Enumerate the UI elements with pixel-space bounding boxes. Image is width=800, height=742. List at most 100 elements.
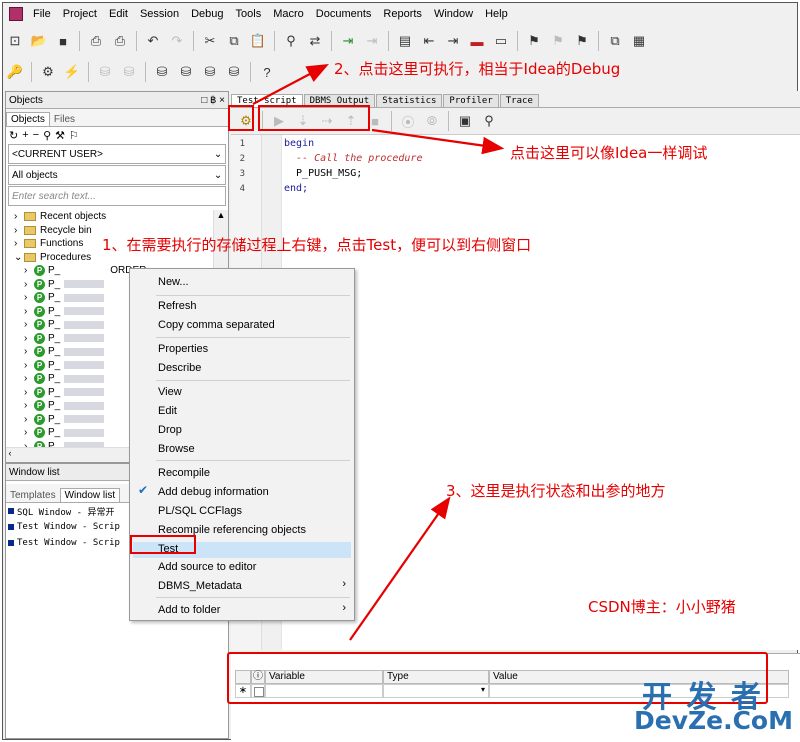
menu-documents[interactable]: Documents — [310, 8, 378, 20]
scroll-up-icon[interactable]: ▲ — [214, 210, 228, 220]
expand-icon[interactable]: › — [14, 211, 24, 222]
expand-icon[interactable]: › — [24, 400, 34, 411]
menu-tools[interactable]: Tools — [230, 8, 268, 20]
menu-help[interactable]: Help — [479, 8, 514, 20]
undo-icon[interactable]: ↶ — [144, 32, 162, 50]
gear-icon[interactable]: ⚙ — [39, 63, 57, 81]
indent-icon[interactable]: ⇤ — [420, 32, 438, 50]
copy-icon[interactable]: ⧉ — [225, 32, 243, 50]
expand-icon[interactable]: › — [24, 373, 34, 384]
disconnect-icon[interactable]: ⚡ — [63, 63, 81, 81]
menu-item-new[interactable]: New... — [158, 275, 189, 289]
help-icon[interactable]: ? — [258, 63, 276, 81]
sql-icon[interactable]: ⛁ — [177, 63, 195, 81]
cut-icon[interactable]: ✂ — [201, 32, 219, 50]
menu-item-recompile[interactable]: Recompile — [158, 466, 210, 480]
menu-item-dbms-metadata[interactable]: DBMS_Metadata — [158, 579, 242, 593]
link-icon[interactable]: ⚐ — [69, 129, 79, 142]
expand-icon[interactable]: › — [24, 306, 34, 317]
open-folder-icon[interactable]: 📂 — [30, 32, 48, 50]
find-objects-icon[interactable]: ⚲ — [43, 129, 51, 142]
menu-file[interactable]: File — [27, 8, 57, 20]
expand-icon[interactable]: › — [24, 414, 34, 425]
menu-item-copy-comma[interactable]: Copy comma separated — [158, 318, 275, 332]
menu-edit[interactable]: Edit — [103, 8, 134, 20]
code-editor[interactable]: begin -- Call the procedure P_PUSH_MSG; … — [281, 135, 800, 650]
search-input[interactable]: Enter search text... — [8, 186, 226, 206]
tab-files[interactable]: Files — [50, 113, 79, 126]
expand-icon[interactable]: › — [24, 265, 34, 276]
watch-icon[interactable]: ⦾ — [423, 112, 441, 130]
expand-icon[interactable]: › — [24, 292, 34, 303]
add-icon[interactable]: + — [22, 129, 28, 141]
format-icon[interactable]: ⚑ — [525, 32, 543, 50]
expand-icon[interactable]: › — [14, 238, 24, 249]
search-icon[interactable]: ⚲ — [480, 112, 498, 130]
collapse-icon[interactable]: ⌄ — [14, 252, 24, 263]
tab-objects[interactable]: Objects — [6, 112, 50, 126]
expand-icon[interactable]: › — [24, 319, 34, 330]
expand-icon[interactable]: › — [24, 387, 34, 398]
commit-icon[interactable]: ⛁ — [96, 63, 114, 81]
output-icon[interactable]: ▣ — [456, 112, 474, 130]
save-icon[interactable]: ■ — [54, 32, 72, 50]
menu-item-refresh[interactable]: Refresh — [158, 299, 197, 313]
menu-item-drop[interactable]: Drop — [158, 423, 182, 437]
expand-icon[interactable]: › — [14, 225, 24, 236]
tab-trace[interactable]: Trace — [499, 94, 539, 107]
document-icon[interactable]: ▤ — [396, 32, 414, 50]
remove-icon[interactable]: − — [33, 129, 39, 141]
print-icon[interactable]: ⎙ — [87, 32, 105, 50]
expand-icon[interactable]: › — [24, 360, 34, 371]
expand-icon[interactable]: › — [24, 333, 34, 344]
redo-icon[interactable]: ↷ — [168, 32, 186, 50]
breakpoint-icon[interactable]: ⦿ — [399, 112, 417, 130]
menu-item-plsql-ccflags[interactable]: PL/SQL CCFlags — [158, 504, 242, 518]
tab-statistics[interactable]: Statistics — [376, 94, 443, 107]
key-icon[interactable]: 🔑 — [6, 63, 24, 81]
menu-item-view[interactable]: View — [158, 385, 182, 399]
find-icon[interactable]: ⚲ — [282, 32, 300, 50]
tab-profiler[interactable]: Profiler — [443, 94, 499, 107]
tab-window-list[interactable]: Window list — [59, 488, 121, 502]
tree-item-recent[interactable]: › Recent objects — [6, 210, 214, 224]
user-combo[interactable]: <CURRENT USER> ⌄ — [8, 144, 226, 164]
menu-item-browse[interactable]: Browse — [158, 442, 195, 456]
filter-icon[interactable]: ⚒ — [55, 129, 65, 142]
menu-item-properties[interactable]: Properties — [158, 342, 208, 356]
db2-icon[interactable]: ⛁ — [225, 63, 243, 81]
menu-reports[interactable]: Reports — [377, 8, 428, 20]
step-icon[interactable]: ⇥ — [363, 32, 381, 50]
refresh-icon[interactable]: ↻ — [9, 129, 18, 142]
outdent-icon[interactable]: ⇥ — [444, 32, 462, 50]
menu-session[interactable]: Session — [134, 8, 185, 20]
format2-icon[interactable]: ⚑ — [573, 32, 591, 50]
menu-macro[interactable]: Macro — [267, 8, 310, 20]
session-icon[interactable]: ⛁ — [153, 63, 171, 81]
print-preview-icon[interactable]: ⎙ — [111, 32, 129, 50]
tab-templates[interactable]: Templates — [6, 489, 60, 502]
scroll-left-icon[interactable]: ‹ — [6, 448, 12, 458]
menu-item-add-source[interactable]: Add source to editor — [158, 560, 256, 574]
menu-item-describe[interactable]: Describe — [158, 361, 201, 375]
expand-icon[interactable]: › — [24, 427, 34, 438]
db-icon[interactable]: ⛁ — [201, 63, 219, 81]
menu-window[interactable]: Window — [428, 8, 479, 20]
menu-item-add-debug-info[interactable]: Add debug information — [158, 485, 269, 499]
expand-icon[interactable]: › — [24, 346, 34, 357]
expand-icon[interactable]: › — [24, 279, 34, 290]
window-icon[interactable]: ⧉ — [606, 32, 624, 50]
menu-project[interactable]: Project — [57, 8, 103, 20]
menu-debug[interactable]: Debug — [185, 8, 229, 20]
menu-item-add-to-folder[interactable]: Add to folder — [158, 603, 220, 617]
replace-icon[interactable]: ⇄ — [306, 32, 324, 50]
comment-icon[interactable]: ▬ — [468, 32, 486, 50]
grid-icon[interactable]: ▦ — [630, 32, 648, 50]
paste-icon[interactable]: 📋 — [249, 32, 267, 50]
format-dim-icon[interactable]: ⚑ — [549, 32, 567, 50]
rollback-icon[interactable]: ⛁ — [120, 63, 138, 81]
new-icon[interactable]: ⊡ — [6, 32, 24, 50]
run-icon[interactable]: ⇥ — [339, 32, 357, 50]
menu-item-edit[interactable]: Edit — [158, 404, 177, 418]
panel-controls-icon[interactable]: □ ฿ × — [201, 95, 228, 106]
